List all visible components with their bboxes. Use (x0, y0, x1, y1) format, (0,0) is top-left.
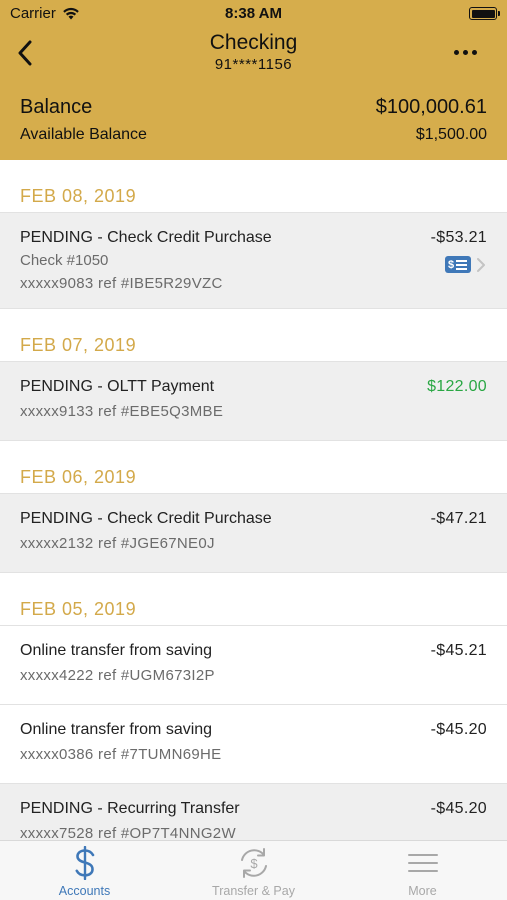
transaction-row[interactable]: PENDING - Check Credit Purchase Check #1… (0, 213, 507, 309)
ellipsis-icon (453, 49, 459, 55)
transaction-reference: xxxxx0386 ref #7TUMN69HE (20, 746, 222, 763)
transaction-amount: -$45.21 (430, 642, 487, 659)
transaction-row[interactable]: Online transfer from saving xxxxx4222 re… (0, 626, 507, 705)
balance-label: Balance (20, 96, 93, 118)
tab-label: Transfer & Pay (212, 884, 295, 898)
transaction-title: PENDING - Check Credit Purchase (20, 510, 272, 527)
tab-accounts[interactable]: Accounts (0, 841, 169, 900)
transaction-row[interactable]: Online transfer from saving xxxxx0386 re… (0, 705, 507, 784)
tab-transfer-pay[interactable]: $ Transfer & Pay (169, 841, 338, 900)
balance-value: $100,000.61 (375, 96, 487, 118)
transaction-row[interactable]: PENDING - Check Credit Purchase xxxxx213… (0, 494, 507, 573)
status-bar: Carrier 8:38 AM (0, 0, 507, 28)
transaction-title: Online transfer from saving (20, 721, 213, 738)
battery-icon (469, 7, 500, 20)
transaction-reference: xxxxx2132 ref #JGE67NE0J (20, 535, 215, 552)
transaction-amount: -$45.20 (430, 800, 487, 817)
tab-label: More (408, 884, 437, 898)
status-time: 8:38 AM (225, 5, 282, 22)
transfer-pay-icon: $ (169, 847, 338, 879)
more-options-button[interactable] (445, 42, 485, 62)
transaction-title: PENDING - Recurring Transfer (20, 800, 240, 817)
date-header: FEB 06, 2019 (0, 441, 507, 494)
transaction-reference: xxxxx4222 ref #UGM673I2P (20, 667, 215, 684)
hamburger-menu-icon (338, 847, 507, 879)
transaction-title: Online transfer from saving (20, 642, 213, 659)
chevron-right-icon (473, 256, 489, 274)
account-number: 91****1156 (214, 56, 293, 73)
transaction-reference: xxxxx9083 ref #IBE5R29VZC (20, 275, 223, 292)
check-image-icon[interactable]: $ (445, 256, 471, 273)
dollar-icon (0, 846, 169, 880)
transaction-amount: -$45.20 (430, 721, 487, 738)
transaction-amount: -$47.21 (430, 510, 487, 527)
transaction-amount: -$53.21 (430, 229, 487, 246)
transaction-reference: xxxxx9133 ref #EBE5Q3MBE (20, 403, 224, 420)
transaction-title: PENDING - Check Credit Purchase (20, 229, 272, 246)
page-title: Checking (209, 31, 298, 54)
transaction-title: PENDING - OLTT Payment (20, 378, 215, 395)
transaction-amount: $122.00 (427, 378, 487, 395)
date-header: FEB 08, 2019 (0, 160, 507, 213)
account-header: Carrier 8:38 AM Checking 91****1156 Bala… (0, 0, 507, 160)
transaction-reference: xxxxx7528 ref #OP7T4NNG2W (20, 825, 236, 840)
date-header: FEB 07, 2019 (0, 309, 507, 362)
svg-text:$: $ (250, 856, 258, 871)
transaction-row[interactable]: PENDING - Recurring Transfer xxxxx7528 r… (0, 784, 507, 840)
transaction-row[interactable]: PENDING - OLTT Payment xxxxx9133 ref #EB… (0, 362, 507, 441)
navigation-bar: Checking 91****1156 (0, 28, 507, 80)
tab-label: Accounts (58, 884, 111, 898)
tab-bar: Accounts $ Transfer & Pay More (0, 840, 507, 900)
transaction-list[interactable]: FEB 08, 2019 PENDING - Check Credit Purc… (0, 160, 507, 840)
check-number: Check #1050 (20, 252, 109, 269)
available-balance-value: $1,500.00 (415, 126, 487, 143)
available-balance-label: Available Balance (20, 126, 147, 143)
date-header: FEB 05, 2019 (0, 573, 507, 626)
tab-more[interactable]: More (338, 841, 507, 900)
